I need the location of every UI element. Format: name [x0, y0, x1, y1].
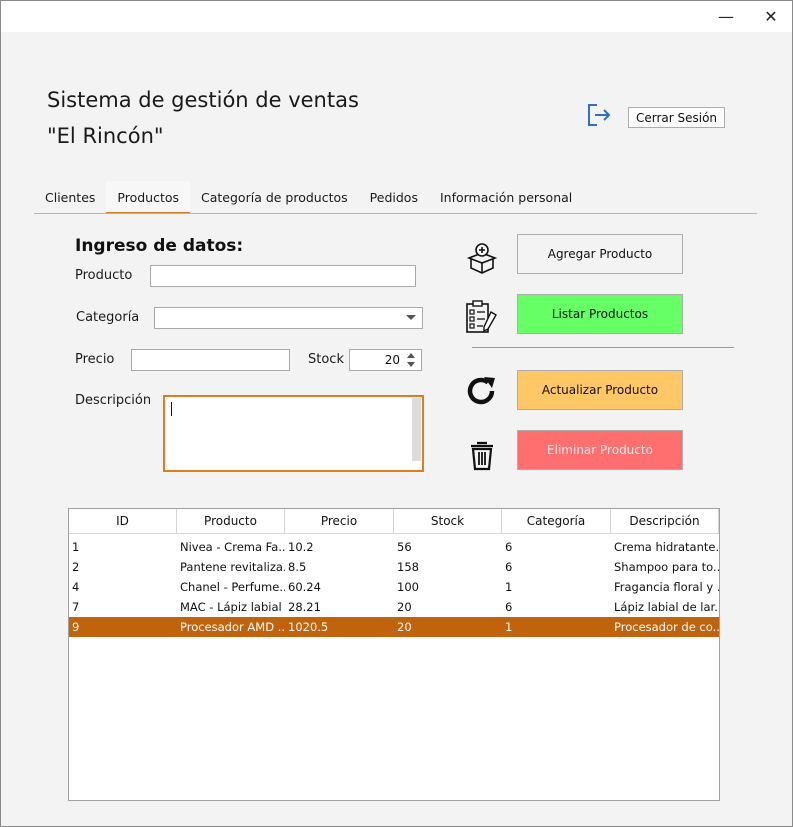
cell-id: 2	[72, 560, 80, 574]
cell-descripcion: Shampoo para to...	[614, 560, 719, 574]
table-row[interactable]: 1 Nivea - Crema Fa... 10.2 56 6 Crema hi…	[69, 537, 719, 557]
cell-stock: 56	[397, 540, 412, 554]
cell-producto: Nivea - Crema Fa...	[180, 540, 285, 554]
precio-label: Precio	[75, 352, 115, 367]
stock-label: Stock	[308, 352, 344, 367]
form-section-title: Ingreso de datos:	[75, 236, 244, 256]
cell-categoria: 6	[505, 540, 513, 554]
list-products-button[interactable]: Listar Productos	[517, 294, 683, 334]
cell-stock: 100	[397, 580, 419, 594]
spin-up-icon[interactable]	[407, 353, 415, 358]
column-header-descripcion[interactable]: Descripción	[611, 509, 719, 533]
tab-clientes[interactable]: Clientes	[34, 181, 106, 214]
producto-input[interactable]	[150, 265, 416, 287]
logout-icon[interactable]	[585, 101, 613, 129]
tab-divider	[34, 213, 757, 214]
refresh-icon	[467, 377, 495, 405]
cell-producto: Procesador AMD ...	[180, 620, 285, 634]
cell-stock: 158	[397, 560, 419, 574]
column-header-categoria[interactable]: Categoría	[502, 509, 611, 533]
checklist-icon	[466, 300, 497, 333]
cell-categoria: 1	[505, 580, 513, 594]
tab-pedidos[interactable]: Pedidos	[359, 181, 429, 214]
column-header-precio[interactable]: Precio	[285, 509, 394, 533]
table-row-selected[interactable]: 9 Procesador AMD ... 1020.5 20 1 Procesa…	[69, 617, 719, 637]
cell-id: 4	[72, 580, 80, 594]
minimize-button[interactable]: —	[703, 1, 749, 32]
cell-producto: Pantene revitaliza...	[180, 560, 285, 574]
column-header-id[interactable]: ID	[69, 509, 177, 533]
add-product-button[interactable]: Agregar Producto	[517, 234, 683, 274]
stock-value: 20	[384, 353, 400, 367]
chevron-down-icon	[406, 315, 416, 320]
cell-categoria: 6	[505, 600, 513, 614]
producto-label: Producto	[75, 268, 133, 283]
column-header-stock[interactable]: Stock	[394, 509, 502, 533]
table-row[interactable]: 7 MAC - Lápiz labial 28.21 20 6 Lápiz la…	[69, 597, 719, 617]
cell-categoria: 1	[505, 620, 513, 634]
cell-precio: 10.2	[288, 540, 314, 554]
categoria-select[interactable]	[154, 307, 423, 329]
tab-bar: Clientes Productos Categoría de producto…	[34, 181, 583, 214]
cell-precio: 60.24	[288, 580, 321, 594]
cell-producto: MAC - Lápiz labial	[180, 600, 282, 614]
descripcion-textarea[interactable]	[163, 395, 424, 472]
textarea-scrollbar[interactable]	[412, 398, 421, 461]
spin-down-icon[interactable]	[407, 362, 415, 367]
cell-descripcion: Crema hidratante...	[614, 540, 719, 554]
table-row[interactable]: 4 Chanel - Perfume... 60.24 100 1 Fragan…	[69, 577, 719, 597]
title-bar: — ✕	[1, 1, 792, 32]
stock-spin-buttons[interactable]	[405, 351, 419, 370]
cell-descripcion: Procesador de co...	[614, 620, 719, 634]
categoria-label: Categoría	[76, 310, 140, 325]
close-window-button[interactable]: ✕	[748, 1, 792, 32]
products-table: ID Producto Precio Stock Categoría Descr…	[68, 508, 720, 801]
column-header-producto[interactable]: Producto	[177, 509, 285, 533]
app-window: — ✕ Sistema de gestión de ventas "El Rin…	[0, 0, 793, 827]
trash-icon	[471, 441, 493, 471]
cell-precio: 1020.5	[288, 620, 329, 634]
cell-descripcion: Lápiz labial de lar...	[614, 600, 719, 614]
tab-productos[interactable]: Productos	[106, 181, 191, 214]
app-title-line2: "El Rincón"	[47, 124, 164, 148]
cell-id: 1	[72, 540, 80, 554]
table-header: ID Producto Precio Stock Categoría Descr…	[69, 509, 719, 534]
descripcion-label: Descripción	[75, 393, 152, 408]
cell-id: 7	[72, 600, 80, 614]
update-product-button[interactable]: Actualizar Producto	[517, 370, 683, 410]
delete-product-button[interactable]: Eliminar Producto	[517, 430, 683, 470]
cell-precio: 8.5	[288, 560, 307, 574]
cell-id: 9	[72, 620, 80, 634]
cell-producto: Chanel - Perfume...	[180, 580, 285, 594]
cell-precio: 28.21	[288, 600, 321, 614]
app-title-line1: Sistema de gestión de ventas	[47, 88, 359, 112]
add-box-icon	[466, 243, 498, 274]
logout-button[interactable]: Cerrar Sesión	[628, 107, 725, 128]
actions-divider	[472, 347, 734, 348]
stock-spinner[interactable]: 20	[349, 349, 422, 371]
table-row[interactable]: 2 Pantene revitaliza... 8.5 158 6 Shampo…	[69, 557, 719, 577]
text-caret	[171, 402, 172, 416]
tab-informacion-personal[interactable]: Información personal	[429, 181, 583, 214]
cell-stock: 20	[397, 620, 412, 634]
tab-categoria-productos[interactable]: Categoría de productos	[190, 181, 359, 214]
cell-stock: 20	[397, 600, 412, 614]
cell-categoria: 6	[505, 560, 513, 574]
precio-input[interactable]	[131, 349, 290, 371]
cell-descripcion: Fragancia floral y ...	[614, 580, 719, 594]
